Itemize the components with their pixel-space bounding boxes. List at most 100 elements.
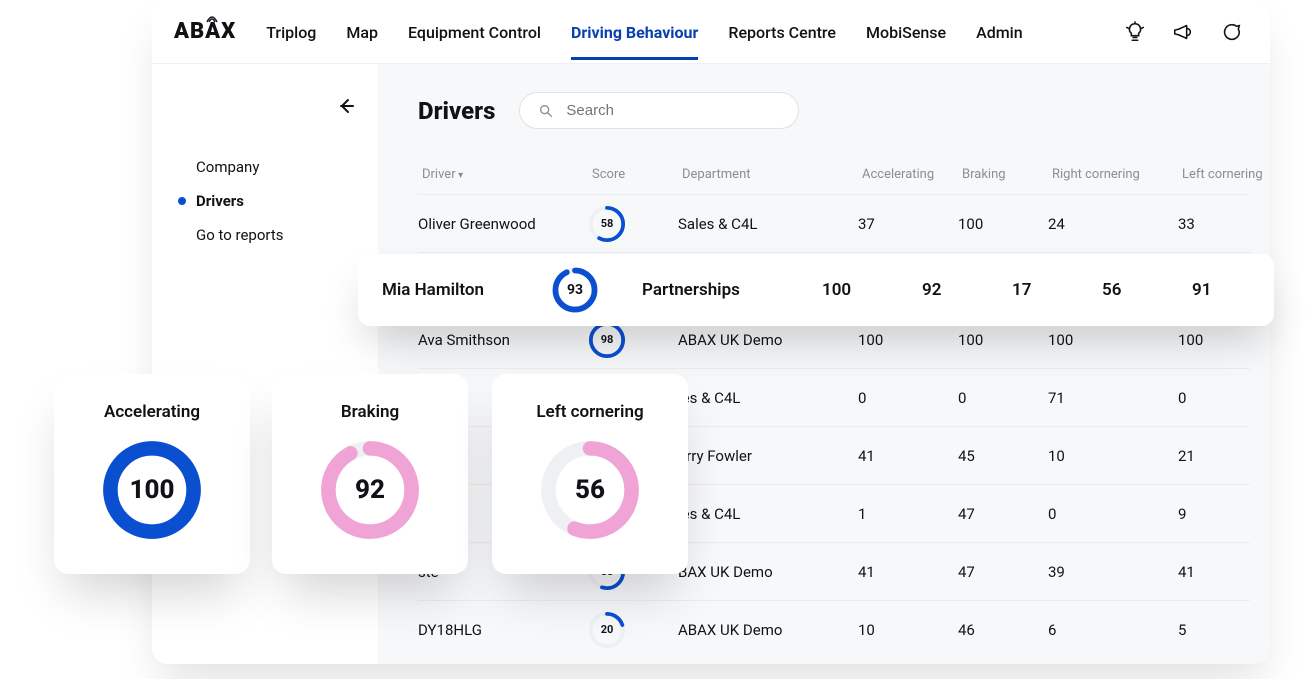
cell-right-cornering: 100 (1048, 331, 1178, 349)
nav-item-mobisense[interactable]: MobiSense (866, 3, 946, 60)
col-driver[interactable]: Driver (422, 167, 592, 182)
cell-department: arry Fowler (678, 447, 858, 465)
kpi-title: Accelerating (104, 402, 200, 422)
sidebar-dot (178, 197, 186, 205)
cell-department: ABAX UK Demo (678, 621, 858, 639)
cell-braking: 100 (958, 215, 1048, 233)
cell-left-cornering: 0 (1178, 389, 1270, 407)
sidebar-dot (178, 163, 186, 171)
col-right-cornering[interactable]: Right cornering (1052, 167, 1182, 182)
back-arrow-icon[interactable] (334, 94, 360, 122)
table-row[interactable]: Oliver Greenwood58Sales & C4L371002433 (418, 194, 1250, 252)
cell-accelerating: 1 (858, 505, 958, 523)
kpi-ring: 56 (538, 438, 642, 542)
score-ring: 20 (588, 611, 626, 649)
kpi-ring: 100 (100, 438, 204, 542)
kpi-title: Left cornering (536, 402, 643, 422)
nav-item-admin[interactable]: Admin (976, 3, 1023, 60)
idea-icon[interactable] (1124, 21, 1146, 43)
nav-item-map[interactable]: Map (346, 3, 378, 60)
app-body: Company Drivers Go to reports Drivers (152, 64, 1270, 664)
cell-accelerating: 41 (858, 563, 958, 581)
main-header: Drivers (418, 92, 1250, 129)
score-ring: 58 (588, 205, 626, 243)
cell-accelerating: 10 (858, 621, 958, 639)
search-input-wrap[interactable] (519, 92, 799, 129)
score-ring: 93 (552, 267, 598, 313)
cell-braking: 47 (958, 563, 1048, 581)
col-left-cornering[interactable]: Left cornering (1182, 167, 1270, 182)
cell-braking: 47 (958, 505, 1048, 523)
kpi-left-cornering: Left cornering 56 (492, 374, 688, 574)
col-accelerating[interactable]: Accelerating (862, 167, 962, 182)
cell-left-cornering: 100 (1178, 331, 1270, 349)
kpi-accelerating: Accelerating 100 (54, 374, 250, 574)
cell-score: 20 (588, 611, 678, 649)
col-braking[interactable]: Braking (962, 167, 1052, 182)
sidebar-item-label: Go to reports (196, 226, 284, 244)
cell-department: les & C4L (678, 505, 858, 523)
announce-icon[interactable] (1172, 21, 1194, 43)
sidebar-item-label: Drivers (196, 192, 244, 210)
score-value: 98 (601, 333, 614, 346)
nav-icons (1124, 21, 1242, 43)
cell-left-cornering: 33 (1178, 215, 1270, 233)
brand-logo: ABAX (174, 19, 236, 44)
cell-department: les & C4L (678, 389, 858, 407)
search-icon (538, 103, 554, 119)
sidebar-item-drivers[interactable]: Drivers (174, 184, 360, 218)
nav-item-triplog[interactable]: Triplog (266, 3, 316, 60)
kpi-value: 92 (355, 475, 385, 505)
score-ring: 98 (588, 321, 626, 359)
kpi-value: 56 (575, 475, 605, 505)
kpi-value: 100 (130, 475, 175, 505)
page-title: Drivers (418, 97, 495, 125)
cell-driver: Ava Smithson (418, 331, 588, 349)
cell-right-cornering: 6 (1048, 621, 1178, 639)
hl-accelerating: 100 (822, 280, 922, 300)
cell-right-cornering: 10 (1048, 447, 1178, 465)
cell-right-cornering: 39 (1048, 563, 1178, 581)
main-content: Drivers Driver Score Department Accelera… (378, 64, 1270, 664)
sidebar-item-label: Company (196, 158, 259, 176)
kpi-ring: 92 (318, 438, 422, 542)
cell-department: BAX UK Demo (678, 563, 858, 581)
hl-department: Partnerships (642, 280, 822, 300)
hl-right: 17 (1012, 280, 1102, 300)
hl-braking: 92 (922, 280, 1012, 300)
cell-driver: DY18HLG (418, 621, 588, 639)
cell-accelerating: 0 (858, 389, 958, 407)
table-row[interactable]: DY18HLG20ABAX UK Demo104665 (418, 600, 1250, 658)
highlighted-driver-row[interactable]: Mia Hamilton 93 Partnerships 100 92 17 5… (358, 254, 1274, 326)
cell-accelerating: 41 (858, 447, 958, 465)
nav-item-equipment-control[interactable]: Equipment Control (408, 3, 541, 60)
hl-score: 93 (552, 267, 642, 313)
cell-braking: 100 (958, 331, 1048, 349)
cell-braking: 0 (958, 389, 1048, 407)
kpi-braking: Braking 92 (272, 374, 468, 574)
sidebar: Company Drivers Go to reports (152, 64, 378, 664)
score-value: 20 (601, 623, 614, 636)
nav-item-reports-centre[interactable]: Reports Centre (728, 3, 836, 60)
cell-left-cornering: 21 (1178, 447, 1270, 465)
cell-score: 98 (588, 321, 678, 359)
cell-right-cornering: 71 (1048, 389, 1178, 407)
cell-department: Sales & C4L (678, 215, 858, 233)
chat-icon[interactable] (1220, 21, 1242, 43)
score-value: 93 (567, 282, 583, 298)
nav-item-driving-behaviour[interactable]: Driving Behaviour (571, 3, 698, 60)
sidebar-item-company[interactable]: Company (174, 150, 360, 184)
score-value: 58 (601, 217, 614, 230)
col-score[interactable]: Score (592, 167, 682, 182)
cell-department: ABAX UK Demo (678, 331, 858, 349)
search-input[interactable] (564, 101, 780, 120)
sidebar-item-go-to-reports[interactable]: Go to reports (174, 218, 360, 252)
cell-accelerating: 37 (858, 215, 958, 233)
cell-driver: Oliver Greenwood (418, 215, 588, 233)
cell-right-cornering: 0 (1048, 505, 1178, 523)
sidebar-dot (178, 231, 186, 239)
cell-score: 58 (588, 205, 678, 243)
cell-braking: 46 (958, 621, 1048, 639)
cell-left-cornering: 41 (1178, 563, 1270, 581)
col-department[interactable]: Department (682, 167, 862, 182)
